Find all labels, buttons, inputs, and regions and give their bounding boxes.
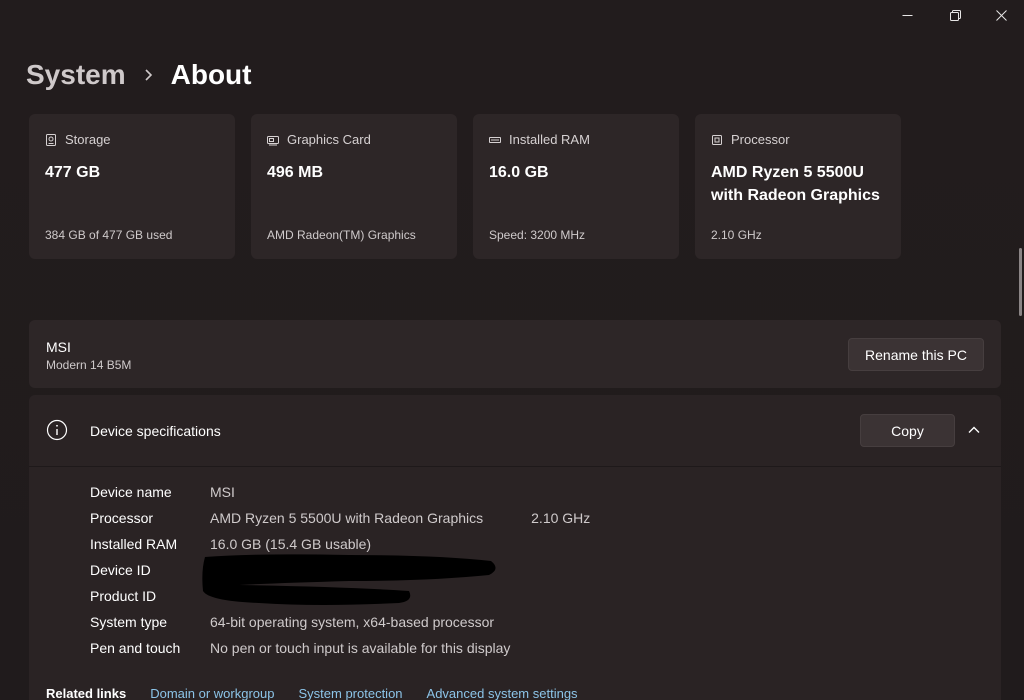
- rename-pc-button[interactable]: Rename this PC: [848, 338, 984, 371]
- card-label: Graphics Card: [287, 132, 371, 147]
- spec-label: System type: [90, 614, 168, 630]
- related-links: Related links Domain or workgroup System…: [46, 686, 578, 700]
- card-subtext: 384 GB of 477 GB used: [45, 228, 173, 242]
- card-label: Storage: [65, 132, 111, 147]
- info-icon: [46, 419, 68, 441]
- card-subtext: 2.10 GHz: [711, 228, 762, 242]
- card-label: Installed RAM: [509, 132, 590, 147]
- pc-model: Modern 14 B5M: [46, 358, 132, 372]
- spec-label: Device name: [90, 484, 172, 500]
- spec-row: Pen and touch No pen or touch input is a…: [90, 635, 590, 661]
- spec-value: AMD Ryzen 5 5500U with Radeon Graphics: [210, 510, 484, 526]
- processor-card: Processor AMD Ryzen 5 5500U with Radeon …: [695, 114, 901, 259]
- restore-icon: [949, 9, 961, 21]
- related-links-title: Related links: [46, 686, 127, 700]
- scrollbar-thumb[interactable]: [1019, 248, 1022, 316]
- hardware-summary-cards: Storage 477 GB 384 GB of 477 GB used Gra…: [29, 114, 901, 259]
- close-icon: [995, 9, 1007, 21]
- link-system-protection[interactable]: System protection: [298, 686, 402, 700]
- device-specifications-header[interactable]: Device specifications Copy: [29, 395, 1001, 467]
- spec-label: Pen and touch: [90, 640, 181, 656]
- spec-value: 64-bit operating system, x64-based proce…: [210, 614, 495, 630]
- pc-name: MSI: [46, 339, 71, 355]
- card-value: 16.0 GB: [489, 164, 549, 181]
- section-title: Device specifications: [90, 423, 221, 439]
- close-button[interactable]: [978, 0, 1024, 30]
- breadcrumb: System About: [26, 56, 251, 94]
- spec-value: No pen or touch input is available for t…: [210, 640, 511, 656]
- spec-value: 16.0 GB (15.4 GB usable): [210, 536, 372, 552]
- spec-extra: 2.10 GHz: [531, 510, 591, 526]
- link-advanced-system-settings[interactable]: Advanced system settings: [427, 686, 578, 700]
- device-name-panel: MSI Modern 14 B5M Rename this PC: [29, 320, 1001, 388]
- spec-value: MSI: [210, 484, 235, 500]
- minimize-button[interactable]: [884, 0, 930, 30]
- spec-label: Installed RAM: [90, 536, 178, 552]
- card-value: 496 MB: [267, 164, 324, 181]
- copy-button[interactable]: Copy: [860, 414, 955, 447]
- link-domain-or-workgroup[interactable]: Domain or workgroup: [150, 686, 274, 700]
- spec-row: Device name MSI: [90, 479, 590, 505]
- graphics-card-card: Graphics Card 496 MB AMD Radeon(TM) Grap…: [251, 114, 457, 259]
- spec-label: Device ID: [90, 562, 151, 578]
- card-subtext: Speed: 3200 MHz: [489, 228, 586, 242]
- storage-card: Storage 477 GB 384 GB of 477 GB used: [29, 114, 235, 259]
- device-specifications-panel: Device specifications Copy Device name M…: [29, 395, 1001, 700]
- processor-icon: [712, 134, 722, 145]
- card-value: AMD Ryzen 5 5500U with Radeon Graphics: [711, 164, 880, 204]
- minimize-icon: [902, 14, 912, 16]
- spec-row: Processor AMD Ryzen 5 5500U with Radeon …: [90, 505, 590, 531]
- restore-button[interactable]: [932, 0, 978, 30]
- card-value: 477 GB: [45, 164, 101, 181]
- card-label: Processor: [731, 132, 790, 147]
- installed-ram-card: Installed RAM 16.0 GB Speed: 3200 MHz: [473, 114, 679, 259]
- breadcrumb-parent[interactable]: System: [26, 56, 126, 94]
- spec-row: System type 64-bit operating system, x64…: [90, 609, 590, 635]
- spec-label: Product ID: [90, 588, 157, 604]
- settings-window: System About Storage 477 GB 384 GB of 47…: [0, 0, 1024, 700]
- redaction-mark: [202, 554, 496, 605]
- chevron-up-icon[interactable]: [967, 423, 981, 437]
- spec-label: Processor: [90, 510, 154, 526]
- graphics-card-icon: [267, 135, 279, 145]
- storage-icon: [46, 133, 56, 146]
- chevron-right-icon: [144, 68, 153, 82]
- page-title: About: [170, 59, 252, 90]
- card-subtext: AMD Radeon(TM) Graphics: [267, 228, 416, 242]
- ram-icon: [489, 136, 501, 143]
